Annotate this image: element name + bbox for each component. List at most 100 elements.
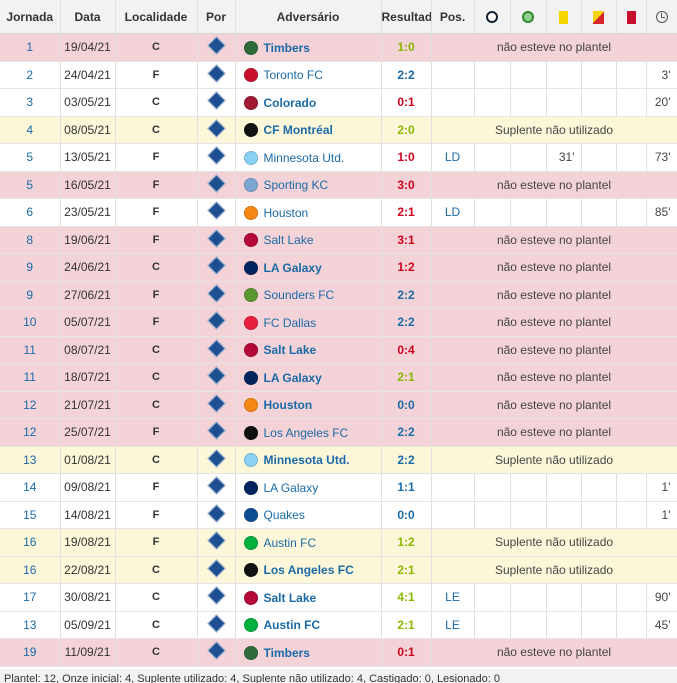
result-cell[interactable]: 0:1 (381, 638, 432, 667)
table-row[interactable]: 2 24/04/21 F Toronto FC 2:2 3' (0, 61, 677, 89)
table-row[interactable]: 15 14/08/21 F Quakes 0:0 1' (0, 501, 677, 529)
header-yellow[interactable] (546, 0, 582, 34)
round-cell[interactable]: 16 (0, 556, 61, 584)
header-by[interactable]: Por (197, 0, 236, 34)
opponent-name[interactable]: Minnesota Utd. (264, 453, 350, 467)
opponent-cell[interactable]: Sporting KC (235, 171, 382, 199)
opponent-name[interactable]: Sporting KC (264, 178, 329, 192)
table-row[interactable]: 17 30/08/21 C Salt Lake 4:1 LE 90' (0, 583, 677, 612)
table-row[interactable]: 4 08/05/21 C CF Montréal 2:0 Suplente não uti… (0, 116, 677, 144)
result-cell[interactable]: 1:2 (381, 253, 432, 282)
result-cell[interactable]: 1:0 (381, 143, 432, 172)
table-row[interactable]: 13 05/09/21 C Austin FC 2:1 LE 45' (0, 611, 677, 639)
round-cell[interactable]: 2 (0, 61, 61, 89)
table-row[interactable]: 11 08/07/21 C Salt Lake 0:4 não esteve no pla… (0, 336, 677, 364)
opponent-cell[interactable]: LA Galaxy (235, 363, 382, 392)
opponent-cell[interactable]: Houston (235, 198, 382, 227)
header-round[interactable]: Jornada (0, 0, 61, 34)
round-cell[interactable]: 14 (0, 473, 61, 502)
table-row[interactable]: 1 19/04/21 C Timbers 1:0 não esteve no plante… (0, 33, 677, 62)
opponent-name[interactable]: Austin FC (264, 536, 317, 550)
result-cell[interactable]: 4:1 (381, 583, 432, 612)
result-cell[interactable]: 0:1 (381, 88, 432, 117)
opponent-name[interactable]: Toronto FC (264, 68, 323, 82)
opponent-cell[interactable]: LA Galaxy (235, 253, 382, 282)
result-cell[interactable]: 2:2 (381, 61, 432, 89)
opponent-name[interactable]: Salt Lake (264, 343, 317, 357)
opponent-cell[interactable]: CF Montréal (235, 116, 382, 144)
opponent-name[interactable]: Salt Lake (264, 591, 317, 605)
opponent-name[interactable]: Sounders FC (264, 288, 335, 302)
table-row[interactable]: 6 23/05/21 F Houston 2:1 LD 85' (0, 198, 677, 227)
result-cell[interactable]: 3:1 (381, 226, 432, 254)
opponent-name[interactable]: Colorado (264, 96, 317, 110)
opponent-name[interactable]: LA Galaxy (264, 261, 322, 275)
opponent-name[interactable]: LA Galaxy (264, 371, 322, 385)
opponent-name[interactable]: Minnesota Utd. (264, 151, 345, 165)
table-row[interactable]: 11 18/07/21 C LA Galaxy 2:1 não esteve no pla… (0, 363, 677, 392)
round-cell[interactable]: 10 (0, 308, 61, 337)
table-row[interactable]: 3 03/05/21 C Colorado 0:1 20' (0, 88, 677, 117)
round-cell[interactable]: 5 (0, 171, 61, 199)
table-row[interactable]: 19 11/09/21 C Timbers 0:1 não esteve no plant… (0, 638, 677, 667)
opponent-name[interactable]: Salt Lake (264, 233, 314, 247)
opponent-cell[interactable]: Houston (235, 391, 382, 419)
opponent-cell[interactable]: Austin FC (235, 611, 382, 639)
opponent-cell[interactable]: Colorado (235, 88, 382, 117)
result-cell[interactable]: 2:1 (381, 198, 432, 227)
opponent-cell[interactable]: Salt Lake (235, 226, 382, 254)
table-row[interactable]: 9 24/06/21 C LA Galaxy 1:2 não esteve no plan… (0, 253, 677, 282)
opponent-cell[interactable]: Los Angeles FC (235, 556, 382, 584)
result-cell[interactable]: 2:1 (381, 363, 432, 392)
round-cell[interactable]: 13 (0, 446, 61, 474)
table-row[interactable]: 16 22/08/21 C Los Angeles FC 2:1 Suplente não… (0, 556, 677, 584)
header-opponent[interactable]: Adversário (235, 0, 382, 34)
opponent-name[interactable]: CF Montréal (264, 123, 333, 137)
opponent-cell[interactable]: Toronto FC (235, 61, 382, 89)
opponent-cell[interactable]: Quakes (235, 501, 382, 529)
round-cell[interactable]: 17 (0, 583, 61, 612)
round-cell[interactable]: 9 (0, 253, 61, 282)
round-cell[interactable]: 3 (0, 88, 61, 117)
opponent-cell[interactable]: FC Dallas (235, 308, 382, 337)
table-row[interactable]: 9 27/06/21 F Sounders FC 2:2 não esteve no pl… (0, 281, 677, 309)
result-cell[interactable]: 2:2 (381, 418, 432, 447)
result-cell[interactable]: 2:1 (381, 611, 432, 639)
opponent-name[interactable]: Quakes (264, 508, 305, 522)
result-cell[interactable]: 0:4 (381, 336, 432, 364)
round-cell[interactable]: 11 (0, 363, 61, 392)
round-cell[interactable]: 9 (0, 281, 61, 309)
opponent-name[interactable]: Austin FC (264, 618, 321, 632)
round-cell[interactable]: 16 (0, 528, 61, 557)
opponent-cell[interactable]: Los Angeles FC (235, 418, 382, 447)
opponent-name[interactable]: Timbers (264, 646, 310, 660)
opponent-cell[interactable]: Salt Lake (235, 583, 382, 612)
result-cell[interactable]: 0:0 (381, 501, 432, 529)
table-row[interactable]: 10 05/07/21 F FC Dallas 2:2 não esteve no pla… (0, 308, 677, 337)
result-cell[interactable]: 2:2 (381, 446, 432, 474)
opponent-name[interactable]: Houston (264, 206, 309, 220)
opponent-cell[interactable]: Minnesota Utd. (235, 143, 382, 172)
opponent-name[interactable]: FC Dallas (264, 316, 317, 330)
opponent-cell[interactable]: Timbers (235, 638, 382, 667)
round-cell[interactable]: 8 (0, 226, 61, 254)
header-venue[interactable]: Localidade (115, 0, 198, 34)
opponent-cell[interactable]: Timbers (235, 33, 382, 62)
header-second-yellow[interactable] (581, 0, 617, 34)
header-result[interactable]: Resultado (381, 0, 432, 34)
round-cell[interactable]: 12 (0, 391, 61, 419)
opponent-cell[interactable]: Sounders FC (235, 281, 382, 309)
opponent-cell[interactable]: LA Galaxy (235, 473, 382, 502)
table-row[interactable]: 8 19/06/21 F Salt Lake 3:1 não esteve no plan… (0, 226, 677, 254)
result-cell[interactable]: 3:0 (381, 171, 432, 199)
header-red[interactable] (616, 0, 647, 34)
header-date[interactable]: Data (60, 0, 116, 34)
opponent-name[interactable]: LA Galaxy (264, 481, 319, 495)
result-cell[interactable]: 2:1 (381, 556, 432, 584)
opponent-name[interactable]: Los Angeles FC (264, 426, 349, 440)
round-cell[interactable]: 13 (0, 611, 61, 639)
table-row[interactable]: 5 16/05/21 F Sporting KC 3:0 não esteve no pl… (0, 171, 677, 199)
round-cell[interactable]: 6 (0, 198, 61, 227)
round-cell[interactable]: 1 (0, 33, 61, 62)
table-row[interactable]: 12 21/07/21 C Houston 0:0 não esteve no plant… (0, 391, 677, 419)
